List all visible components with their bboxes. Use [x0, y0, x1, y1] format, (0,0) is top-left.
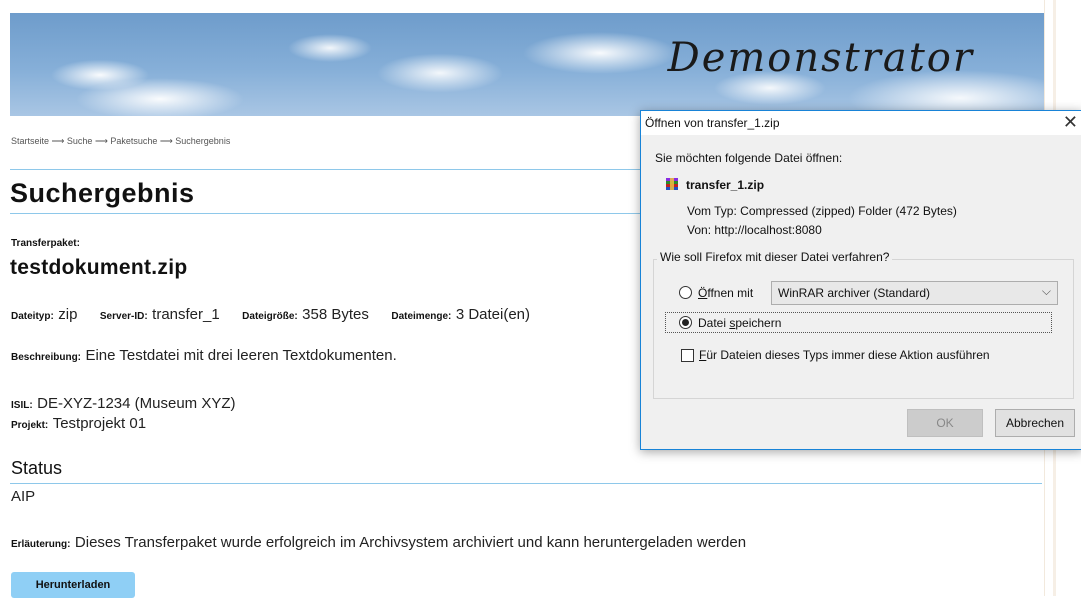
- always-text: ür Dateien dieses Typs immer diese Aktio…: [706, 348, 990, 362]
- filetype-field: Dateityp: zip: [11, 306, 77, 323]
- transfer-name: testdokument.zip: [10, 256, 188, 279]
- page-title: Suchergebnis: [10, 178, 195, 208]
- server-value: transfer_1: [152, 306, 220, 323]
- site-title: Demonstrator: [667, 35, 974, 81]
- save-radio[interactable]: [679, 316, 692, 329]
- project-value: Testprojekt 01: [52, 415, 147, 432]
- explanation-value: Dieses Transferpaket wurde erfolgreich i…: [74, 534, 747, 551]
- count-field: Dateimenge: 3 Datei(en): [391, 306, 530, 323]
- count-value: 3 Datei(en): [455, 306, 531, 323]
- save-label[interactable]: Datei speichern: [698, 316, 781, 330]
- title-divider: [10, 169, 640, 170]
- status-heading: Status: [11, 458, 63, 478]
- save-text-rest: peichern: [735, 316, 782, 330]
- filetype-label: Dateityp:: [11, 311, 54, 322]
- transfer-meta: Dateityp: zip Server-ID: transfer_1 Date…: [11, 306, 548, 324]
- project-label: Projekt:: [11, 420, 49, 431]
- isil: ISIL: DE-XYZ-1234 (Museum XYZ): [11, 395, 236, 413]
- transfer-label: Transferpaket:: [11, 238, 80, 249]
- server-field: Server-ID: transfer_1: [100, 306, 220, 323]
- title-underline: [10, 213, 640, 214]
- explanation: Erläuterung: Dieses Transferpaket wurde …: [11, 534, 746, 552]
- description: Beschreibung: Eine Testdatei mit drei le…: [11, 347, 397, 365]
- size-label: Dateigröße:: [242, 311, 298, 322]
- app-select-value: WinRAR archiver (Standard): [778, 286, 931, 300]
- isil-label: ISIL:: [11, 400, 33, 411]
- save-text-prefix: Datei: [698, 316, 730, 330]
- ok-button[interactable]: OK: [907, 409, 983, 437]
- download-button[interactable]: Herunterladen: [11, 572, 135, 598]
- cancel-button[interactable]: Abbrechen: [995, 409, 1075, 437]
- count-label: Dateimenge:: [391, 311, 452, 322]
- description-value: Eine Testdatei mit drei leeren Textdokum…: [85, 347, 397, 364]
- size-value: 358 Bytes: [302, 306, 369, 323]
- action-group-label: Wie soll Firefox mit dieser Datei verfah…: [657, 250, 893, 264]
- close-icon[interactable]: ✕: [1063, 112, 1078, 132]
- open-file-dialog: Öffnen von transfer_1.zip ✕ Sie möchten …: [640, 110, 1081, 450]
- dialog-type: Vom Typ: Compressed (zipped) Folder (472…: [687, 204, 957, 218]
- always-label[interactable]: Für Dateien dieses Typs immer diese Akti…: [699, 348, 990, 362]
- archive-icon: [666, 178, 678, 190]
- chevron-down-icon: ⌵: [1041, 284, 1051, 298]
- breadcrumb: Startseite ⟶ Suche ⟶ Paketsuche ⟶ Sucher…: [11, 136, 231, 146]
- dialog-intro: Sie möchten folgende Datei öffnen:: [655, 151, 843, 165]
- type-value: Compressed (zipped) Folder (472 Bytes): [740, 204, 957, 218]
- size-field: Dateigröße: 358 Bytes: [242, 306, 369, 323]
- from-value: http://localhost:8080: [714, 223, 822, 237]
- status-divider: [10, 483, 1042, 484]
- app-select[interactable]: WinRAR archiver (Standard) ⌵: [771, 281, 1058, 305]
- filetype-value: zip: [58, 306, 78, 323]
- project: Projekt: Testprojekt 01: [11, 415, 146, 433]
- header-banner: Demonstrator: [10, 13, 1044, 116]
- open-with-label[interactable]: Öffnen mit: [698, 286, 753, 300]
- always-checkbox[interactable]: [681, 349, 694, 362]
- isil-value: DE-XYZ-1234 (Museum XYZ): [37, 395, 236, 412]
- dialog-filename: transfer_1.zip: [686, 178, 765, 192]
- description-label: Beschreibung:: [11, 352, 82, 363]
- server-label: Server-ID:: [99, 311, 148, 322]
- from-label: Von:: [687, 223, 712, 237]
- open-with-mnemonic: Ö: [698, 286, 708, 300]
- dialog-from: Von: http://localhost:8080: [687, 223, 822, 237]
- open-with-text: ffnen mit: [707, 286, 754, 300]
- type-label: Vom Typ:: [687, 204, 737, 218]
- status-value: AIP: [11, 488, 36, 505]
- open-with-radio[interactable]: [679, 286, 692, 299]
- dialog-titlebar: Öffnen von transfer_1.zip ✕: [641, 111, 1081, 135]
- dialog-title: Öffnen von transfer_1.zip: [645, 116, 780, 130]
- explanation-label: Erläuterung:: [11, 539, 71, 550]
